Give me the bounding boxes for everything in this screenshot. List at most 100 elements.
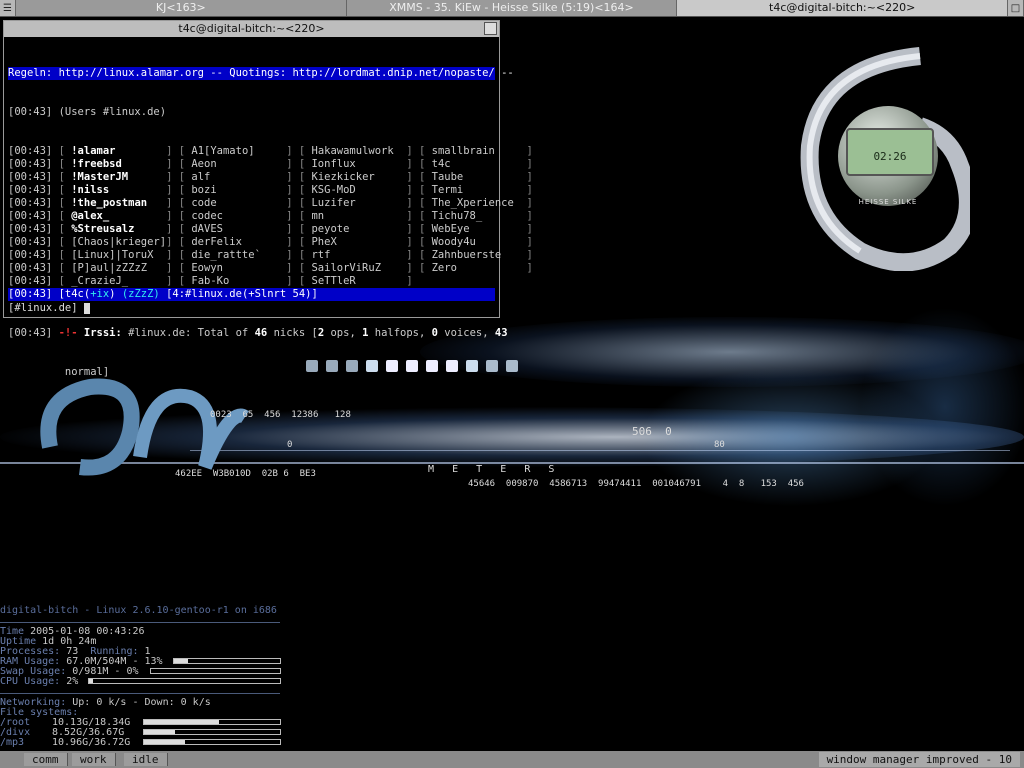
menu-icon[interactable]: ☰ (0, 0, 16, 16)
system-monitor: digital-bitch - Linux 2.6.10-gentoo-r1 o… (0, 606, 290, 748)
irssi-output: Regeln: http://linux.alamar.org -- Quoti… (8, 41, 533, 378)
user-nick: Zero (431, 262, 457, 274)
wallpaper-scale-0: 0 (287, 440, 293, 450)
xmms-player[interactable]: 02:26 HEISSE SILKE (800, 46, 977, 272)
user-row: [00:43] [ _CrazieJ_ ] [ Fab-Ko ] [ SeTTl… (8, 275, 413, 287)
user-nick: Fab-Ko (191, 275, 230, 287)
network-value: Up: 0 k/s - Down: 0 k/s (72, 697, 211, 708)
user-nick: alf (191, 171, 211, 183)
window-button-icon[interactable]: □ (1008, 0, 1024, 16)
user-nick: KSG-MoD (311, 184, 356, 196)
swap-gauge (150, 668, 281, 674)
host-line: digital-bitch - Linux 2.6.10-gentoo-r1 o… (0, 605, 277, 616)
user-nick: Termi (431, 184, 464, 196)
user-nick: Taube (431, 171, 464, 183)
user-row: [00:43] [ @alex_ ] [ codec ] [ mn ] [ Ti… (8, 210, 533, 222)
text-cursor (83, 302, 90, 314)
channel-topic: Regeln: http://linux.alamar.org -- Quoti… (8, 67, 514, 80)
user-nick: bozi (191, 184, 217, 196)
user-row: [00:43] [ !the_postman ] [ code ] [ Luzi… (8, 197, 533, 209)
user-nick: dAVES (191, 223, 223, 235)
wallpaper-meters: M E T E R S (428, 464, 555, 475)
user-nick: !the_postman (71, 197, 148, 209)
workspace-bar: comm work idle window manager improved -… (0, 751, 1024, 768)
user-nick: Eowyn (191, 262, 223, 274)
window-tab-bar: ☰ KJ<163> XMMS - 35. KiEw - Heisse Silke… (0, 0, 1024, 17)
user-row: [00:43] [ [Linux]|ToruX ] [ die_rattte` … (8, 249, 533, 261)
cpu-gauge (88, 678, 281, 684)
user-row: [00:43] [ !alamar ] [ A1[Yamato] ] [ Hak… (8, 145, 533, 157)
close-icon[interactable] (484, 22, 497, 35)
user-nick: t4c (431, 158, 451, 170)
user-nick: Aeon (191, 158, 217, 170)
workspace-work[interactable]: work (72, 753, 116, 766)
user-nick: peyote (311, 223, 350, 235)
user-nick: Ionflux (311, 158, 356, 170)
nick-summary-cont: normal] (64, 366, 110, 378)
users-header: [00:43] (Users #linux.de) (8, 106, 167, 118)
user-nick: Hakawamulwork (311, 145, 394, 157)
user-nick: die_rattte` (191, 249, 261, 261)
xmms-time: 02:26 (873, 150, 907, 163)
terminal-titlebar[interactable]: t4c@digital-bitch:~<220> (4, 21, 499, 37)
fs-mount: /mp3 (0, 737, 25, 748)
user-nick: [Chaos|krieger] (71, 236, 167, 248)
terminal-window[interactable]: t4c@digital-bitch:~<220> Regeln: http://… (3, 20, 533, 378)
user-nick: rtf (311, 249, 331, 261)
user-nick: _CrazieJ_ (71, 275, 129, 287)
user-nick: codec (191, 210, 223, 222)
user-nick: A1[Yamato] (191, 145, 255, 157)
cpu-value: 2% (66, 676, 79, 687)
user-nick: !MasterJM (71, 171, 129, 183)
tab-kj[interactable]: KJ<163> (16, 0, 347, 16)
filesystem-row: /root 10.13G/18.34G (0, 718, 290, 728)
user-nick: smallbrain (431, 145, 495, 157)
user-nick: Luzifer (311, 197, 356, 209)
user-nick: [P]aul|zZZzZ (71, 262, 148, 274)
filesystem-row: /divx 8.52G/36.67G (0, 728, 290, 738)
fs-usage: 10.96G/36.72G (52, 737, 131, 748)
user-nick: %Streusalz (71, 223, 135, 235)
wallpaper-numbers-2: 506 0 (632, 425, 672, 438)
user-nick: SeTTleR (311, 275, 356, 287)
wallpaper-numbers-3: 45646 009870 4586713 99474411 001046791 … (468, 479, 804, 489)
user-row: [00:43] [ [P]aul|zZZzZ ] [ Eowyn ] [ Sai… (8, 262, 533, 274)
user-nick: mn (311, 210, 325, 222)
user-nick: The_Xperience (431, 197, 514, 209)
user-nick: @alex_ (71, 210, 110, 222)
tab-terminal[interactable]: t4c@digital-bitch:~<220> (677, 0, 1009, 16)
user-nick: SailorViRuZ (311, 262, 382, 274)
fs-gauge (143, 719, 281, 725)
user-nick: Zahnbuerste (431, 249, 502, 261)
user-nick: !alamar (71, 145, 116, 157)
user-row: [00:43] [ !freebsd ] [ Aeon ] [ Ionflux … (8, 158, 533, 170)
user-nick: derFelix (191, 236, 242, 248)
wallpaper-code: 462EE W3B010D 02B 6 BE3 (175, 469, 316, 479)
user-nick: PheX (311, 236, 337, 248)
user-row: [00:43] [ [Chaos|krieger]] [ derFelix ] … (8, 236, 533, 248)
fs-gauge (143, 739, 281, 745)
user-nick: !nilss (71, 184, 110, 196)
wallpaper-numbers: 0023 65 456 12386 128 (210, 410, 351, 420)
user-row: [00:43] [ %Streusalz ] [ dAVES ] [ peyot… (8, 223, 533, 235)
user-nick: Tichu78_ (431, 210, 483, 222)
wm-status: window manager improved - 10 (818, 752, 1020, 767)
user-row: [00:43] [ !nilss ] [ bozi ] [ KSG-MoD ] … (8, 184, 533, 196)
filesystem-row: /mp3 10.96G/36.72G (0, 738, 290, 748)
user-row: [00:43] [ !MasterJM ] [ alf ] [ Kiezkick… (8, 171, 533, 183)
user-nick: Woody4u (431, 236, 476, 248)
xmms-song-title: HEISSE SILKE (858, 198, 918, 206)
irssi-input[interactable]: [#linux.de] (8, 302, 495, 315)
workspace-comm[interactable]: comm (24, 753, 68, 766)
irssi-statusbar: [00:43] [t4c(+ix) (zZzZ) [4:#linux.de(+S… (8, 288, 495, 301)
user-nick: Kiezkicker (311, 171, 375, 183)
workspace-idle[interactable]: idle (124, 753, 168, 766)
user-nick: WebEye (431, 223, 470, 235)
user-nick: code (191, 197, 217, 209)
terminal-title: t4c@digital-bitch:~<220> (178, 22, 325, 35)
xmms-display: 02:26 (846, 128, 934, 176)
tab-xmms[interactable]: XMMS - 35. KiEw - Heisse Silke (5:19)<16… (347, 0, 678, 16)
wallpaper-scale-80: 80 (714, 440, 725, 450)
nick-summary: [00:43] -!- Irssi: #linux.de: Total of 4… (8, 327, 508, 339)
ram-gauge (173, 658, 281, 664)
